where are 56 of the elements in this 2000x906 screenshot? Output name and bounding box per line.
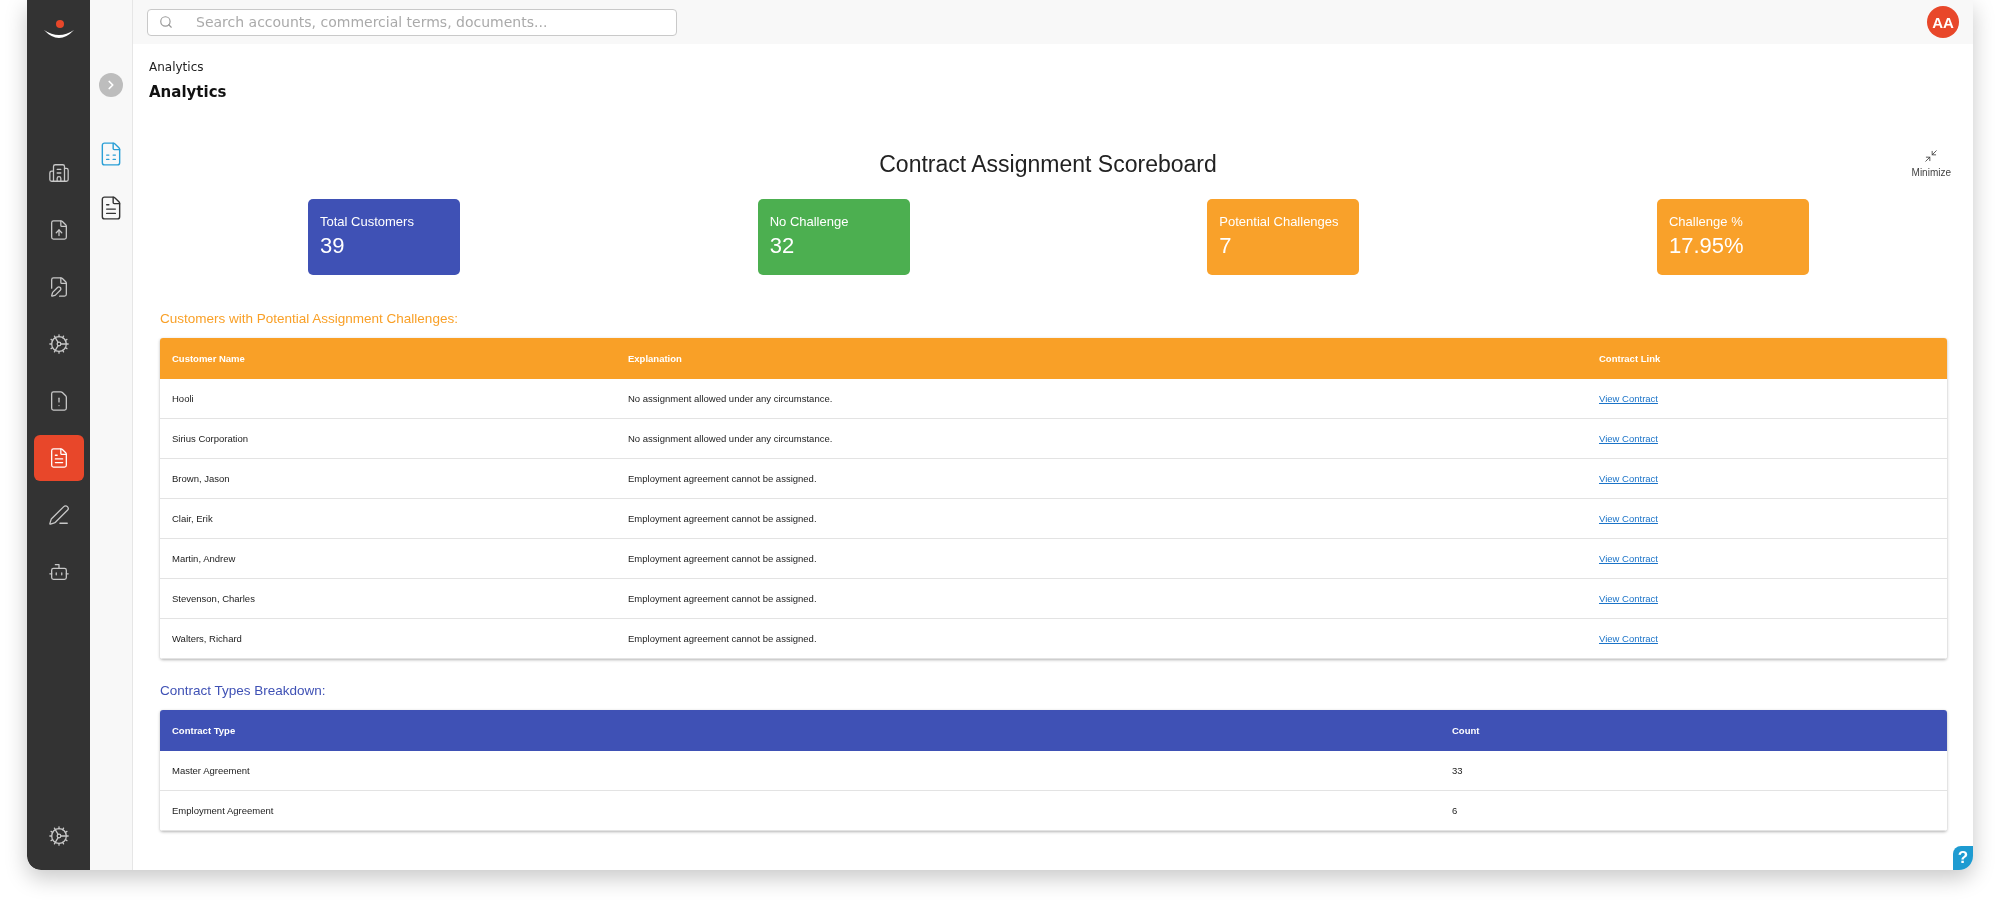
column-header: Count: [1452, 725, 1481, 736]
page-title: Analytics: [149, 83, 228, 101]
table-cell-text: Employment agreement cannot be assigned.: [628, 593, 818, 604]
view-contract-link[interactable]: View Contract: [1599, 473, 1658, 484]
minimize-label: Minimize: [1911, 167, 1951, 178]
expand-toggle-button[interactable]: [99, 73, 123, 97]
buildings-icon: [47, 162, 70, 184]
view-contract-link[interactable]: View Contract: [1599, 593, 1658, 604]
table-cell-text: Master Agreement: [172, 765, 251, 776]
column-header: Contract Link: [1599, 353, 1662, 364]
view-contract-link[interactable]: View Contract: [1599, 393, 1658, 404]
section-title: Contract Types Breakdown:: [160, 683, 327, 698]
stat-value: 7: [1219, 233, 1233, 259]
column-header: Customer Name: [172, 353, 246, 364]
table-cell-text: Stevenson, Charles: [172, 593, 256, 604]
view-contract-link[interactable]: View Contract: [1599, 553, 1658, 564]
table-cell-text: 33: [1452, 765, 1464, 776]
column-header: Contract Type: [172, 725, 237, 736]
breadcrumb: Analytics: [149, 60, 205, 74]
table-cell-text: Employment agreement cannot be assigned.: [628, 553, 818, 564]
view-contract-link[interactable]: View Contract: [1599, 633, 1658, 644]
view-contract-link[interactable]: View Contract: [1599, 513, 1658, 524]
minimize-icon: [1924, 149, 1939, 163]
table-cell-text: Walters, Richard: [172, 633, 243, 644]
table-cell-text: No assignment allowed under any circumstance.: [628, 393, 834, 404]
table-cell-text: Employment agreement cannot be assigned.: [628, 633, 818, 644]
gear-icon: [47, 333, 70, 355]
table-cell-text: Brown, Jason: [172, 473, 231, 484]
stat-label: No Challenge: [769, 214, 850, 229]
table-cell-text: Employment agreement cannot be assigned.: [628, 473, 818, 484]
help-button[interactable]: ?: [1953, 846, 1973, 870]
table-cell-text: Clair, Erik: [172, 513, 214, 524]
table-cell-text: Sirius Corporation: [172, 433, 250, 444]
robot-icon: [47, 561, 70, 583]
stat-label: Challenge %: [1668, 214, 1744, 229]
table-cell-text: Employment agreement cannot be assigned.: [628, 513, 818, 524]
minimize-button[interactable]: Minimize: [1911, 149, 1951, 178]
search-field[interactable]: Search accounts, commercial terms, documents...: [147, 8, 677, 36]
section-title: Customers with Potential Assignment Challenges:: [160, 311, 459, 326]
stat-label: Potential Challenges: [1219, 214, 1340, 229]
table-cell-text: Employment Agreement: [172, 805, 275, 816]
table-cell-text: Hooli: [172, 393, 195, 404]
table-cell-text: 6: [1452, 805, 1459, 816]
stat-value: 17.95%: [1668, 233, 1745, 259]
column-header: Explanation: [628, 353, 683, 364]
scoreboard-title: Contract Assignment Scoreboard: [879, 151, 1217, 178]
sidebar-nav-button[interactable]: [33, 435, 84, 481]
stat-value: 39: [320, 233, 346, 259]
stat-label: Total Customers: [320, 214, 415, 229]
user-avatar[interactable]: AA: [1927, 6, 1959, 38]
stat-value: 32: [769, 233, 796, 259]
search-icon: [159, 14, 173, 29]
view-contract-link[interactable]: View Contract: [1599, 433, 1658, 444]
settings-icon: [47, 825, 70, 847]
table-cell-text: No assignment allowed under any circumstance.: [628, 433, 834, 444]
table-cell-text: Martin, Andrew: [172, 553, 237, 564]
